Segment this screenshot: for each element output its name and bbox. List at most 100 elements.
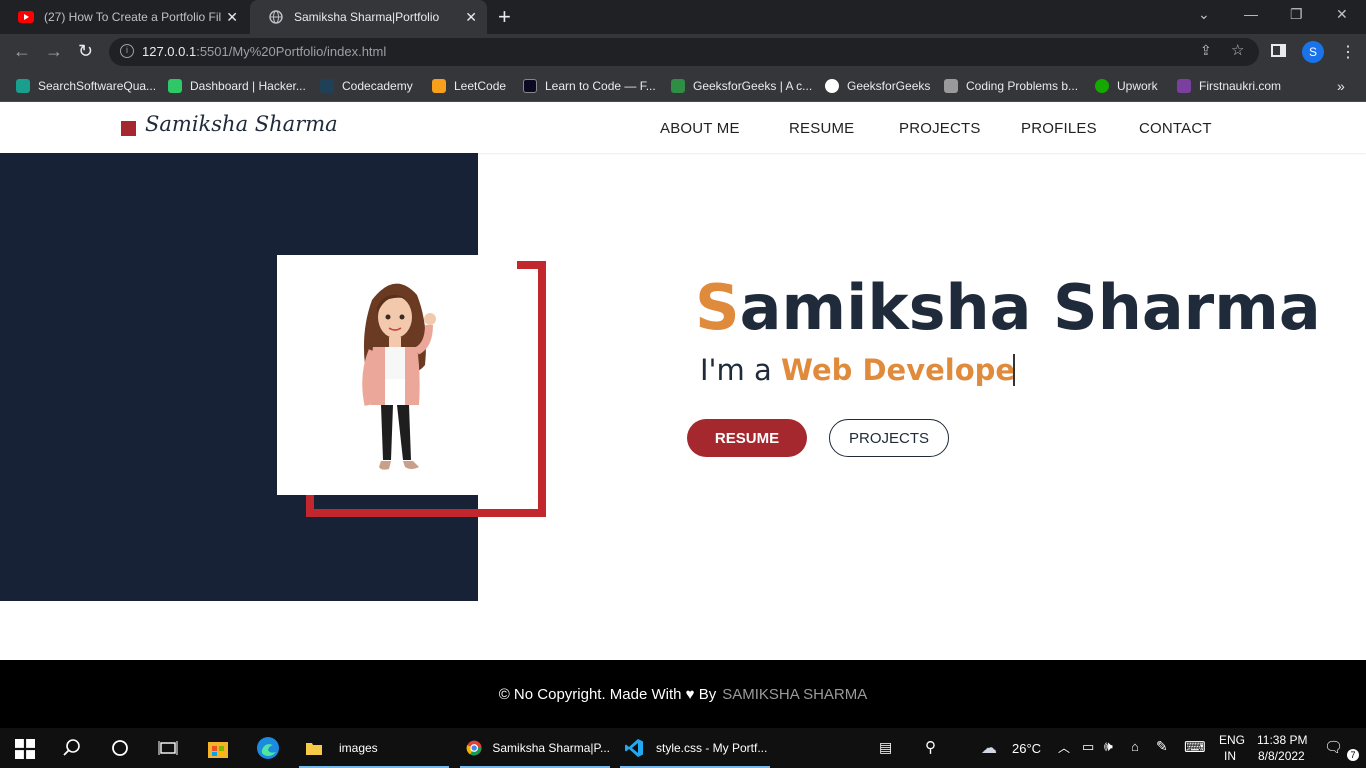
- battery-icon[interactable]: ▭: [1082, 739, 1094, 755]
- bookmark-star-icon[interactable]: ☆: [1231, 41, 1244, 59]
- logo-square-icon: [121, 121, 136, 136]
- clock-time[interactable]: 11:38 PM: [1257, 733, 1307, 747]
- role-typed-text: Web Develope: [780, 353, 1016, 387]
- globe-icon: [268, 9, 284, 25]
- menu-kebab-icon[interactable]: ⋮: [1340, 42, 1356, 62]
- browser-tab-bar: (27) How To Create a Portfolio Fil ✕ Sam…: [0, 0, 1366, 34]
- notifications-icon[interactable]: 🗨: [1324, 738, 1343, 756]
- cortana-icon[interactable]: [110, 738, 130, 758]
- bookmark-label: Codecademy: [342, 79, 413, 93]
- taskbar-app-label: Samiksha Sharma|P...: [492, 741, 610, 755]
- url-text: 127.0.0.1:5501/My%20Portfolio/index.html: [142, 44, 387, 59]
- back-arrow-icon[interactable]: ←: [13, 41, 31, 61]
- bookmark-item[interactable]: GeeksforGeeks: [825, 77, 930, 95]
- people-icon[interactable]: ⚲: [925, 738, 936, 756]
- taskbar-app-chrome[interactable]: Samiksha Sharma|P...: [460, 728, 610, 768]
- taskbar-app-vscode[interactable]: style.css - My Portf...: [620, 728, 770, 768]
- bookmark-item[interactable]: Firstnaukri.com: [1177, 77, 1281, 95]
- hero-role-text: I'm a Web Develope: [700, 353, 1016, 387]
- bookmarks-bar: SearchSoftwareQua... Dashboard | Hacker.…: [0, 70, 1366, 102]
- bookmark-favicon-icon: [944, 79, 958, 93]
- bookmark-label: GeeksforGeeks: [847, 79, 931, 93]
- region-indicator[interactable]: IN: [1224, 749, 1236, 763]
- bookmark-label: Upwork: [1117, 79, 1158, 93]
- task-view-icon[interactable]: [158, 738, 178, 758]
- tab-title: (27) How To Create a Portfolio Fil: [44, 10, 222, 24]
- volume-icon[interactable]: 🕪: [1104, 738, 1113, 755]
- notification-count-badge: 7: [1347, 749, 1359, 761]
- bookmark-label: Dashboard | Hacker...: [190, 79, 306, 93]
- site-logo[interactable]: Samiksha Sharma: [145, 112, 338, 136]
- touch-keyboard-icon[interactable]: ⌨: [1184, 738, 1206, 756]
- taskbar-app-explorer[interactable]: images: [299, 728, 449, 768]
- nav-resume[interactable]: RESUME: [789, 120, 854, 137]
- side-panel-icon[interactable]: [1271, 44, 1286, 57]
- bookmark-item[interactable]: Learn to Code — F...: [523, 77, 656, 95]
- bookmark-item[interactable]: Dashboard | Hacker...: [168, 77, 306, 95]
- close-tab-icon[interactable]: ✕: [465, 9, 477, 25]
- address-bar[interactable]: i 127.0.0.1:5501/My%20Portfolio/index.ht…: [109, 38, 1259, 66]
- profile-avatar-image: [277, 255, 517, 495]
- bookmark-label: SearchSoftwareQua...: [38, 79, 157, 93]
- tab-portfolio[interactable]: Samiksha Sharma|Portfolio ✕: [250, 0, 487, 34]
- more-bookmarks-button[interactable]: »: [1337, 77, 1345, 95]
- projects-button[interactable]: PROJECTS: [829, 419, 949, 457]
- bookmark-favicon-icon: [168, 79, 182, 93]
- bookmark-favicon-icon: [825, 79, 839, 93]
- footer-text: © No Copyright. Made With ♥ By: [498, 685, 717, 703]
- info-icon[interactable]: i: [120, 44, 134, 58]
- resume-button[interactable]: RESUME: [687, 419, 807, 457]
- footer-author: SAMIKSHA SHARMA: [722, 685, 868, 703]
- bookmark-item[interactable]: Upwork: [1095, 77, 1158, 95]
- tab-title: Samiksha Sharma|Portfolio: [294, 10, 440, 24]
- search-icon[interactable]: [62, 738, 82, 758]
- bookmark-item[interactable]: SearchSoftwareQua...: [16, 77, 156, 95]
- weather-cloud-icon[interactable]: ☁: [981, 738, 997, 758]
- bookmark-favicon-icon: [16, 79, 30, 93]
- reload-icon[interactable]: ↻: [78, 41, 93, 61]
- close-tab-icon[interactable]: ✕: [226, 9, 238, 25]
- close-window-button[interactable]: ✕: [1336, 6, 1348, 23]
- profile-avatar[interactable]: S: [1302, 41, 1324, 63]
- chevron-up-icon[interactable]: ︿: [1058, 739, 1070, 756]
- bookmark-favicon-icon: [320, 79, 334, 93]
- bookmark-item[interactable]: Codecademy: [320, 77, 413, 95]
- nav-contact[interactable]: CONTACT: [1139, 120, 1212, 137]
- clock-date[interactable]: 8/8/2022: [1258, 749, 1305, 763]
- minimize-button[interactable]: —: [1244, 6, 1258, 22]
- pen-icon[interactable]: ✎: [1156, 738, 1168, 755]
- hero-name-heading: Samiksha Sharma: [695, 271, 1321, 344]
- vscode-icon: [625, 739, 643, 757]
- bookmark-favicon-icon: [671, 79, 685, 93]
- bookmark-item[interactable]: LeetCode: [432, 77, 506, 95]
- weather-temperature[interactable]: 26°C: [1012, 741, 1041, 756]
- bookmark-label: Learn to Code — F...: [545, 79, 656, 93]
- nav-projects[interactable]: PROJECTS: [899, 120, 981, 137]
- share-icon[interactable]: ⇪: [1200, 42, 1212, 59]
- bookmark-label: Firstnaukri.com: [1199, 79, 1282, 93]
- windows-taskbar: images Samiksha Sharma|P... style.css - …: [0, 728, 1366, 768]
- forward-arrow-icon[interactable]: →: [45, 41, 63, 61]
- language-indicator[interactable]: ENG: [1219, 733, 1245, 747]
- bookmark-favicon-icon: [432, 79, 446, 93]
- portfolio-page: Samiksha Sharma ABOUT ME RESUME PROJECTS…: [0, 103, 1366, 728]
- store-icon[interactable]: [206, 736, 230, 760]
- new-tab-button[interactable]: +: [498, 5, 511, 29]
- chrome-icon: [466, 740, 482, 756]
- bookmark-label: Coding Problems b...: [966, 79, 1079, 93]
- tab-youtube[interactable]: (27) How To Create a Portfolio Fil ✕: [0, 0, 248, 34]
- site-navbar: Samiksha Sharma ABOUT ME RESUME PROJECTS…: [0, 103, 1366, 153]
- bookmark-item[interactable]: GeeksforGeeks | A c...: [671, 77, 812, 95]
- restore-button[interactable]: ❐: [1290, 6, 1303, 23]
- network-icon[interactable]: ⌂: [1131, 739, 1139, 754]
- bookmark-favicon-icon: [1095, 79, 1109, 93]
- tab-search-icon[interactable]: ⌄: [1198, 6, 1210, 23]
- nav-profiles[interactable]: PROFILES: [1021, 120, 1097, 137]
- nav-about-me[interactable]: ABOUT ME: [660, 120, 740, 137]
- keyboard-icon[interactable]: ▤: [879, 739, 892, 756]
- browser-toolbar: ← → ↻ i 127.0.0.1:5501/My%20Portfolio/in…: [0, 34, 1366, 70]
- bookmark-item[interactable]: Coding Problems b...: [944, 77, 1078, 95]
- windows-start-icon[interactable]: [15, 739, 35, 759]
- youtube-icon: [18, 9, 34, 25]
- edge-icon[interactable]: [256, 736, 280, 760]
